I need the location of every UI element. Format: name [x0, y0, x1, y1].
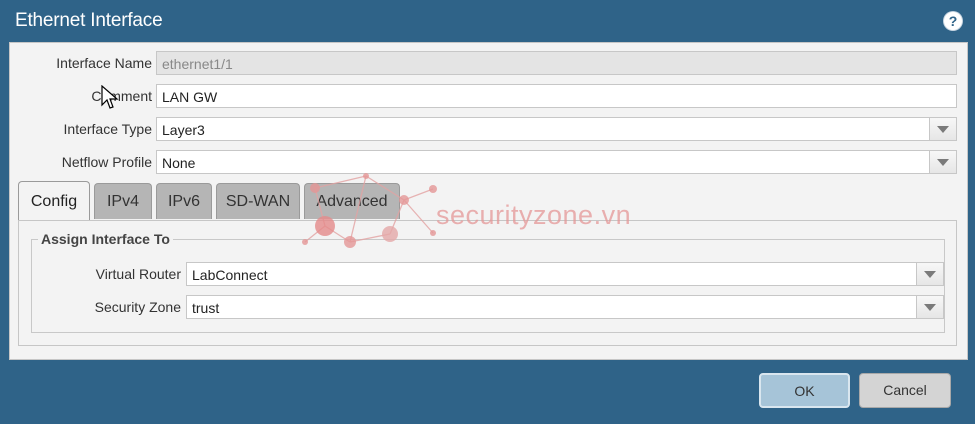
security-zone-label: Security Zone: [94, 299, 181, 315]
interface-type-label: Interface Type: [63, 121, 152, 137]
interface-name-field: ethernet1/1: [156, 51, 957, 75]
interface-name-label: Interface Name: [56, 55, 152, 71]
virtual-router-select[interactable]: LabConnect: [186, 262, 944, 286]
security-zone-select[interactable]: trust: [186, 295, 944, 319]
mouse-cursor-icon: [101, 85, 119, 109]
ok-button[interactable]: OK: [759, 373, 850, 408]
assign-interface-legend: Assign Interface To: [41, 231, 170, 247]
security-zone-value: trust: [192, 300, 220, 316]
interface-name-value: ethernet1/1: [162, 56, 233, 72]
watermark-network-icon: [302, 173, 437, 248]
chevron-down-icon[interactable]: [929, 118, 956, 140]
tab-ipv4[interactable]: IPv4: [94, 183, 152, 219]
comment-label: Comment: [91, 88, 152, 104]
watermark-text: securityzone.vn: [436, 200, 632, 230]
help-icon[interactable]: ?: [944, 12, 962, 30]
dialog-title: Ethernet Interface: [15, 10, 163, 31]
interface-type-value: Layer3: [162, 122, 205, 138]
comment-input[interactable]: LAN GW: [156, 84, 957, 108]
tab-config[interactable]: Config: [18, 181, 90, 221]
netflow-profile-label: Netflow Profile: [61, 154, 152, 170]
tab-sd-wan[interactable]: SD-WAN: [216, 183, 300, 219]
tab-ipv6[interactable]: IPv6: [156, 183, 212, 219]
dialog-titlebar[interactable]: Ethernet Interface ?: [0, 0, 975, 42]
cancel-button[interactable]: Cancel: [859, 373, 951, 408]
chevron-down-icon[interactable]: [916, 296, 943, 318]
ethernet-interface-dialog: Ethernet Interface ? Interface Name ethe…: [0, 0, 975, 424]
chevron-down-icon[interactable]: [916, 263, 943, 285]
tab-panel-config: Assign Interface To Virtual Router LabCo…: [18, 220, 957, 346]
netflow-profile-value: None: [162, 155, 196, 171]
virtual-router-value: LabConnect: [192, 267, 268, 283]
interface-type-select[interactable]: Layer3: [156, 117, 957, 141]
comment-value: LAN GW: [162, 89, 218, 105]
watermark: securityzone.vn: [300, 170, 631, 265]
virtual-router-label: Virtual Router: [95, 266, 181, 282]
chevron-down-icon[interactable]: [929, 151, 956, 173]
netflow-profile-select[interactable]: None: [156, 150, 957, 174]
